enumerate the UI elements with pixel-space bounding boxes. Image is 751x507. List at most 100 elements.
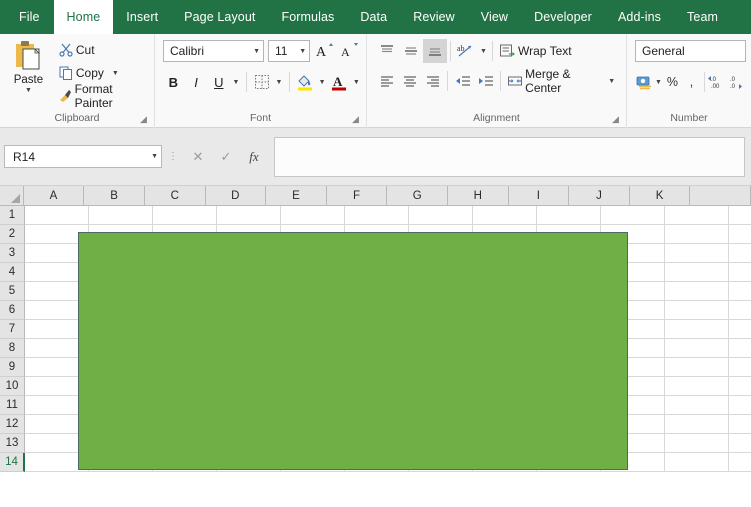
grid-cell[interactable] (729, 339, 751, 358)
grid-cell[interactable] (665, 396, 729, 415)
grid-cell[interactable] (601, 206, 665, 225)
font-size-combo[interactable]: 11 ▼ (268, 40, 311, 62)
increase-font-size-button[interactable]: A (314, 39, 335, 63)
grid-cell[interactable] (729, 320, 751, 339)
font-name-combo[interactable]: Calibri ▼ (163, 40, 265, 62)
accounting-dropdown-caret[interactable]: ▼ (654, 79, 663, 86)
grid-cell[interactable] (153, 206, 217, 225)
grid-cell[interactable] (729, 301, 751, 320)
grid-cell[interactable] (665, 225, 729, 244)
row-header-11[interactable]: 11 (0, 396, 25, 415)
grid-cell[interactable] (665, 244, 729, 263)
decrease-decimal-button[interactable]: .0 .0 (727, 70, 746, 94)
tab-view[interactable]: View (468, 0, 521, 34)
tab-file[interactable]: File (5, 0, 54, 34)
bold-button[interactable]: B (163, 70, 184, 94)
grid-cell[interactable] (729, 358, 751, 377)
row-header-12[interactable]: 12 (0, 415, 25, 434)
tab-review[interactable]: Review (400, 0, 468, 34)
grid-cell[interactable] (665, 358, 729, 377)
grid-cell[interactable] (729, 415, 751, 434)
grid-cell[interactable] (665, 453, 729, 472)
decrease-font-size-button[interactable]: A (340, 39, 361, 63)
grid-cell[interactable] (409, 206, 473, 225)
grid-cell[interactable] (665, 206, 729, 225)
font-color-button[interactable]: A (329, 70, 350, 94)
select-all-corner[interactable] (0, 186, 24, 206)
format-painter-button[interactable]: Format Painter (56, 82, 149, 110)
fill-color-button[interactable] (295, 70, 316, 94)
decrease-indent-button[interactable] (451, 69, 474, 93)
tab-team[interactable]: Team (674, 0, 731, 34)
grid-cell[interactable] (345, 206, 409, 225)
row-header-9[interactable]: 9 (0, 358, 25, 377)
formula-input[interactable] (274, 136, 745, 177)
grid-cell[interactable] (473, 206, 537, 225)
align-middle-button[interactable] (399, 39, 423, 63)
row-header-14[interactable]: 14 (0, 453, 25, 472)
grid-cell[interactable] (665, 320, 729, 339)
grid-cell[interactable] (665, 415, 729, 434)
grid-cell[interactable] (729, 206, 751, 225)
column-header-h[interactable]: H (447, 186, 509, 206)
merge-center-dropdown-caret[interactable]: ▼ (606, 78, 617, 85)
grid-cell[interactable] (665, 282, 729, 301)
grid-cell[interactable] (729, 282, 751, 301)
insert-function-button[interactable]: fx (240, 145, 268, 168)
grid-cell[interactable] (665, 301, 729, 320)
row-header-1[interactable]: 1 (0, 206, 25, 225)
column-header-k[interactable]: K (629, 186, 691, 206)
row-header-5[interactable]: 5 (0, 282, 25, 301)
comma-style-button[interactable]: , (682, 70, 701, 94)
column-header-e[interactable]: E (266, 186, 327, 206)
grid-cell[interactable] (665, 377, 729, 396)
grid-cell[interactable] (729, 396, 751, 415)
grid-cell[interactable] (665, 339, 729, 358)
paste-dropdown-caret[interactable]: ▼ (25, 87, 32, 94)
column-header-g[interactable]: G (387, 186, 448, 206)
grid-cell[interactable] (665, 434, 729, 453)
borders-button[interactable] (252, 70, 273, 94)
tab-data[interactable]: Data (347, 0, 400, 34)
column-header-j[interactable]: J (569, 186, 630, 206)
font-color-dropdown-caret[interactable]: ▼ (352, 79, 362, 86)
orientation-dropdown-caret[interactable]: ▼ (478, 48, 489, 55)
percent-style-button[interactable]: % (663, 70, 682, 94)
column-header-c[interactable]: C (144, 186, 206, 206)
name-box[interactable]: R14 ▼ (4, 145, 162, 168)
formula-bar-grip[interactable]: ⋮ (162, 151, 184, 162)
row-header-10[interactable]: 10 (0, 377, 25, 396)
copy-button[interactable]: Copy ▼ (56, 63, 149, 83)
column-header-i[interactable]: I (508, 186, 570, 206)
grid-cell[interactable] (729, 225, 751, 244)
green-rectangle-shape[interactable] (78, 232, 628, 470)
grid-cell[interactable] (217, 206, 281, 225)
row-header-8[interactable]: 8 (0, 339, 25, 358)
cancel-formula-button[interactable]: ✕ (184, 145, 212, 168)
borders-dropdown-caret[interactable]: ▼ (274, 79, 284, 86)
align-bottom-button[interactable] (423, 39, 447, 63)
grid-cell[interactable] (537, 206, 601, 225)
grid-cell[interactable] (89, 206, 153, 225)
copy-dropdown-caret[interactable]: ▼ (112, 70, 119, 77)
column-header-a[interactable]: A (23, 186, 85, 206)
underline-dropdown-caret[interactable]: ▼ (231, 79, 241, 86)
italic-button[interactable]: I (186, 70, 207, 94)
alignment-dialog-launcher-icon[interactable]: ◢ (611, 115, 620, 124)
font-dialog-launcher-icon[interactable]: ◢ (351, 115, 360, 124)
wrap-text-button[interactable]: Wrap Text (496, 38, 576, 64)
column-header-d[interactable]: D (205, 186, 267, 206)
align-right-button[interactable] (421, 69, 444, 93)
increase-decimal-button[interactable]: .0 .00 (708, 70, 727, 94)
align-left-button[interactable] (375, 69, 398, 93)
tab-insert[interactable]: Insert (113, 0, 171, 34)
underline-button[interactable]: U (208, 70, 229, 94)
accounting-format-button[interactable] (635, 70, 654, 94)
grid-cell[interactable] (729, 377, 751, 396)
clipboard-dialog-launcher-icon[interactable]: ◢ (139, 115, 148, 124)
column-header-b[interactable]: B (84, 186, 145, 206)
cut-button[interactable]: Cut (56, 40, 149, 60)
tab-home[interactable]: Home (53, 0, 114, 34)
paste-button[interactable]: Paste ▼ (5, 38, 52, 108)
fill-color-dropdown-caret[interactable]: ▼ (317, 79, 327, 86)
